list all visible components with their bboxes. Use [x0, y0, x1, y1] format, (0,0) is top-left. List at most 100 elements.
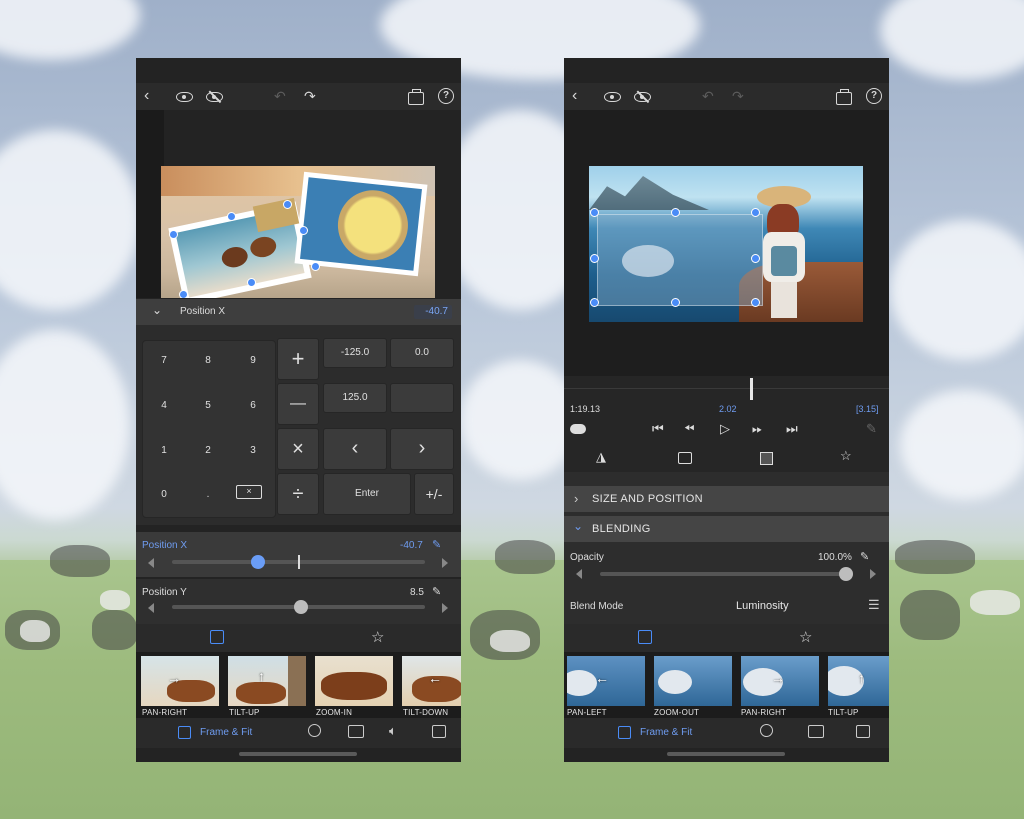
frame-fit-tab[interactable]: Frame & Fit: [200, 727, 252, 738]
redo-icon[interactable]: ↷: [732, 88, 744, 104]
eye-slash-icon[interactable]: [206, 92, 223, 102]
multiply-button[interactable]: ×: [277, 428, 319, 470]
crop-icon[interactable]: [808, 725, 824, 738]
blend-mode-value[interactable]: Luminosity: [736, 600, 789, 612]
frame-fit-tab-icon[interactable]: [638, 630, 652, 644]
key-0[interactable]: 0: [156, 489, 172, 500]
preset-thumb[interactable]: ←: [567, 656, 645, 706]
star-icon[interactable]: ☆: [840, 448, 852, 464]
eye-icon[interactable]: [176, 92, 193, 102]
redo-icon[interactable]: ↷: [304, 88, 316, 104]
property-header[interactable]: ⌄ Position X -40.7: [136, 299, 461, 325]
back-chevron-icon[interactable]: ‹: [572, 88, 577, 104]
plus-minus-button[interactable]: +/-: [414, 473, 454, 515]
skip-start-icon[interactable]: ⏮︎: [652, 421, 664, 437]
transform-icon[interactable]: [760, 452, 773, 465]
photo-lemon-pie[interactable]: [294, 171, 428, 277]
preset-thumb[interactable]: [315, 656, 393, 706]
video-preview[interactable]: [161, 166, 435, 298]
key-9[interactable]: 9: [245, 355, 261, 366]
key-1[interactable]: 1: [156, 445, 172, 456]
opacity-slider[interactable]: [600, 567, 853, 581]
preset-value-2[interactable]: 0.0: [390, 338, 454, 368]
overlay-fish[interactable]: [597, 214, 763, 306]
back-chevron-icon[interactable]: ‹: [144, 88, 149, 104]
preset-value-3[interactable]: 125.0: [323, 383, 387, 413]
video-preview[interactable]: [589, 166, 863, 322]
play-icon[interactable]: ▷: [720, 421, 730, 437]
key-8[interactable]: 8: [200, 355, 216, 366]
step-forward-icon[interactable]: ⏩︎: [752, 421, 762, 437]
frame-fit-icon[interactable]: [178, 726, 191, 739]
pen-icon[interactable]: ✎: [866, 421, 877, 437]
effects-icon[interactable]: [432, 725, 446, 738]
undo-icon[interactable]: ↶: [702, 88, 714, 104]
playhead[interactable]: [750, 378, 753, 400]
preset-value-1[interactable]: -125.0: [323, 338, 387, 368]
position-y-knob[interactable]: [293, 600, 308, 614]
edit-pencil-icon[interactable]: ✎: [432, 585, 441, 598]
preset-thumb[interactable]: ↑: [228, 656, 306, 706]
collapse-chevron-icon[interactable]: ⌄: [152, 303, 162, 317]
favorites-star-icon[interactable]: ☆: [371, 628, 384, 646]
step-left-button[interactable]: ‹: [323, 428, 387, 470]
speed-icon[interactable]: [308, 724, 321, 737]
position-y-slider[interactable]: [172, 600, 425, 614]
audio-toggle-icon[interactable]: [570, 424, 586, 434]
preset-thumb[interactable]: →: [141, 656, 219, 706]
undo-icon[interactable]: ↶: [274, 88, 286, 104]
clipboard-icon[interactable]: [836, 89, 852, 105]
edit-pencil-icon[interactable]: ✎: [432, 538, 441, 551]
help-icon[interactable]: ?: [438, 88, 454, 104]
decrement-icon[interactable]: [148, 558, 154, 568]
blend-mode-row[interactable]: Blend Mode Luminosity ☰: [564, 590, 889, 622]
crop-icon[interactable]: [348, 725, 364, 738]
divide-button[interactable]: ÷: [277, 473, 319, 515]
frame-fit-tab-icon[interactable]: [210, 630, 224, 644]
audio-icon[interactable]: 🔈︎: [389, 723, 397, 739]
key-4[interactable]: 4: [156, 400, 172, 411]
increment-icon[interactable]: [442, 558, 448, 568]
size-position-section[interactable]: › SIZE AND POSITION: [564, 486, 889, 512]
key-2[interactable]: 2: [200, 445, 216, 456]
backspace-icon[interactable]: ×: [236, 485, 262, 499]
increment-icon[interactable]: [870, 569, 876, 579]
decrement-icon[interactable]: [148, 603, 154, 613]
minus-button[interactable]: —: [277, 383, 319, 425]
skip-end-icon[interactable]: ⏭︎: [786, 421, 798, 437]
preset-thumb[interactable]: ←: [402, 656, 461, 706]
preset-thumb[interactable]: [654, 656, 732, 706]
key-5[interactable]: 5: [200, 400, 216, 411]
help-icon[interactable]: ?: [866, 88, 882, 104]
blending-section[interactable]: ⌄ BLENDING: [564, 516, 889, 542]
effects-icon[interactable]: [856, 725, 870, 738]
frame-fit-icon[interactable]: [618, 726, 631, 739]
key-3[interactable]: 3: [245, 445, 261, 456]
eye-icon[interactable]: [604, 92, 621, 102]
position-x-knob[interactable]: [250, 555, 265, 569]
step-back-icon[interactable]: ⏪︎: [684, 421, 694, 437]
edit-pencil-icon[interactable]: ✎: [860, 550, 869, 563]
split-icon[interactable]: ◮: [596, 449, 606, 465]
timeline[interactable]: 1:19.13 2.02 [3.15]: [564, 376, 889, 416]
speed-icon[interactable]: [760, 724, 773, 737]
opacity-knob[interactable]: [839, 567, 853, 581]
preset-thumb[interactable]: ↑: [828, 656, 889, 706]
position-x-slider[interactable]: [172, 555, 425, 569]
plus-button[interactable]: +: [277, 338, 319, 380]
clipboard-icon[interactable]: [408, 89, 424, 105]
clip-layer-icon[interactable]: [678, 452, 692, 464]
preset-value-4[interactable]: [390, 383, 454, 413]
enter-button[interactable]: Enter: [323, 473, 411, 515]
decrement-icon[interactable]: [576, 569, 582, 579]
key-7[interactable]: 7: [156, 355, 172, 366]
preset-thumb[interactable]: →: [741, 656, 819, 706]
key-6[interactable]: 6: [245, 400, 261, 411]
step-right-button[interactable]: ›: [390, 428, 454, 470]
favorites-star-icon[interactable]: ☆: [799, 628, 812, 646]
key-decimal[interactable]: .: [200, 489, 216, 500]
list-icon[interactable]: ☰: [868, 597, 880, 613]
increment-icon[interactable]: [442, 603, 448, 613]
eye-slash-icon[interactable]: [634, 92, 651, 102]
frame-fit-tab[interactable]: Frame & Fit: [640, 727, 692, 738]
